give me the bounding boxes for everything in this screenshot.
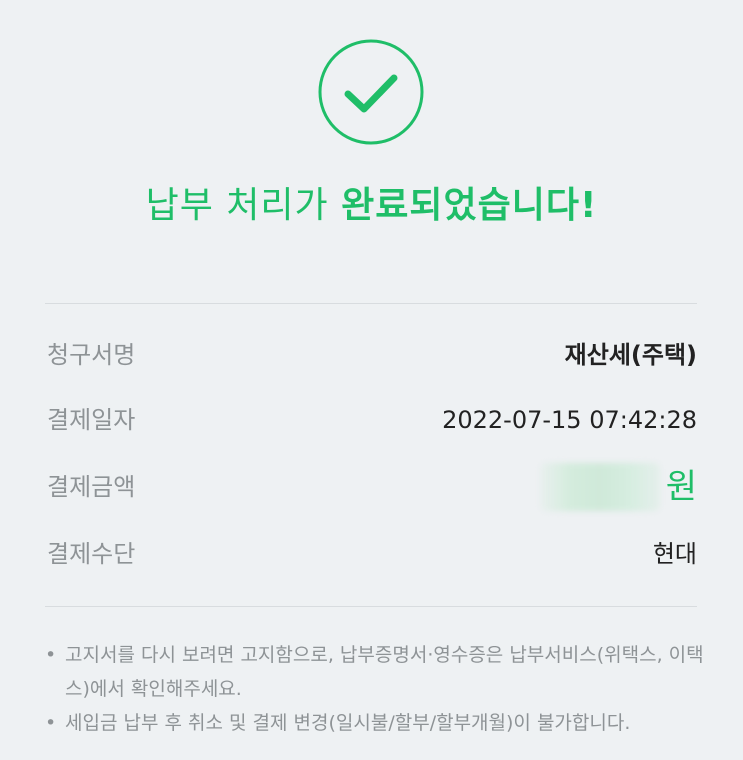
bullet-icon: • [45, 644, 57, 666]
detail-row-bill-name: 청구서명 재산세(주택) [47, 335, 697, 375]
detail-label: 결제금액 [47, 473, 136, 501]
currency-unit: 원 [665, 467, 697, 507]
payment-amount-value: 원 [539, 459, 697, 515]
check-circle-icon [317, 38, 425, 146]
completion-headline: 납부 처리가 완료되었습니다! [0, 180, 743, 232]
payment-complete-screen: 납부 처리가 완료되었습니다! 청구서명 재산세(주택) 결제일자 2022-0… [0, 0, 743, 760]
notice-text: 세입금 납부 후 취소 및 결제 변경(일시불/할부/할부개월)이 불가합니다. [65, 712, 631, 734]
divider-bottom [45, 606, 697, 607]
headline-normal-text: 납부 처리가 [145, 185, 342, 226]
blurred-amount [539, 463, 660, 511]
detail-row-payment-method: 결제수단 현대 [47, 534, 697, 574]
payment-method-value: 현대 [652, 540, 697, 568]
bill-name-value: 재산세(주택) [564, 341, 697, 369]
detail-row-payment-amount: 결제금액 원 [47, 463, 697, 511]
notice-text: 고지서를 다시 보려면 고지함으로, 납부증명서·영수증은 납부서비스(위택스,… [65, 644, 704, 700]
detail-label: 결제수단 [47, 540, 136, 568]
detail-label: 청구서명 [47, 341, 136, 369]
notice-list: • 고지서를 다시 보려면 고지함으로, 납부증명서·영수증은 납부서비스(위택스… [45, 638, 705, 740]
headline-bold-text: 완료되었습니다! [341, 185, 598, 226]
bullet-icon: • [45, 712, 57, 734]
divider-top [45, 303, 697, 304]
notice-item: • 고지서를 다시 보려면 고지함으로, 납부증명서·영수증은 납부서비스(위택스… [45, 638, 705, 706]
payment-date-value: 2022-07-15 07:42:28 [442, 406, 697, 434]
detail-label: 결제일자 [47, 406, 136, 434]
notice-item: • 세입금 납부 후 취소 및 결제 변경(일시불/할부/할부개월)이 불가합니다… [45, 706, 705, 740]
detail-row-payment-date: 결제일자 2022-07-15 07:42:28 [47, 400, 697, 440]
